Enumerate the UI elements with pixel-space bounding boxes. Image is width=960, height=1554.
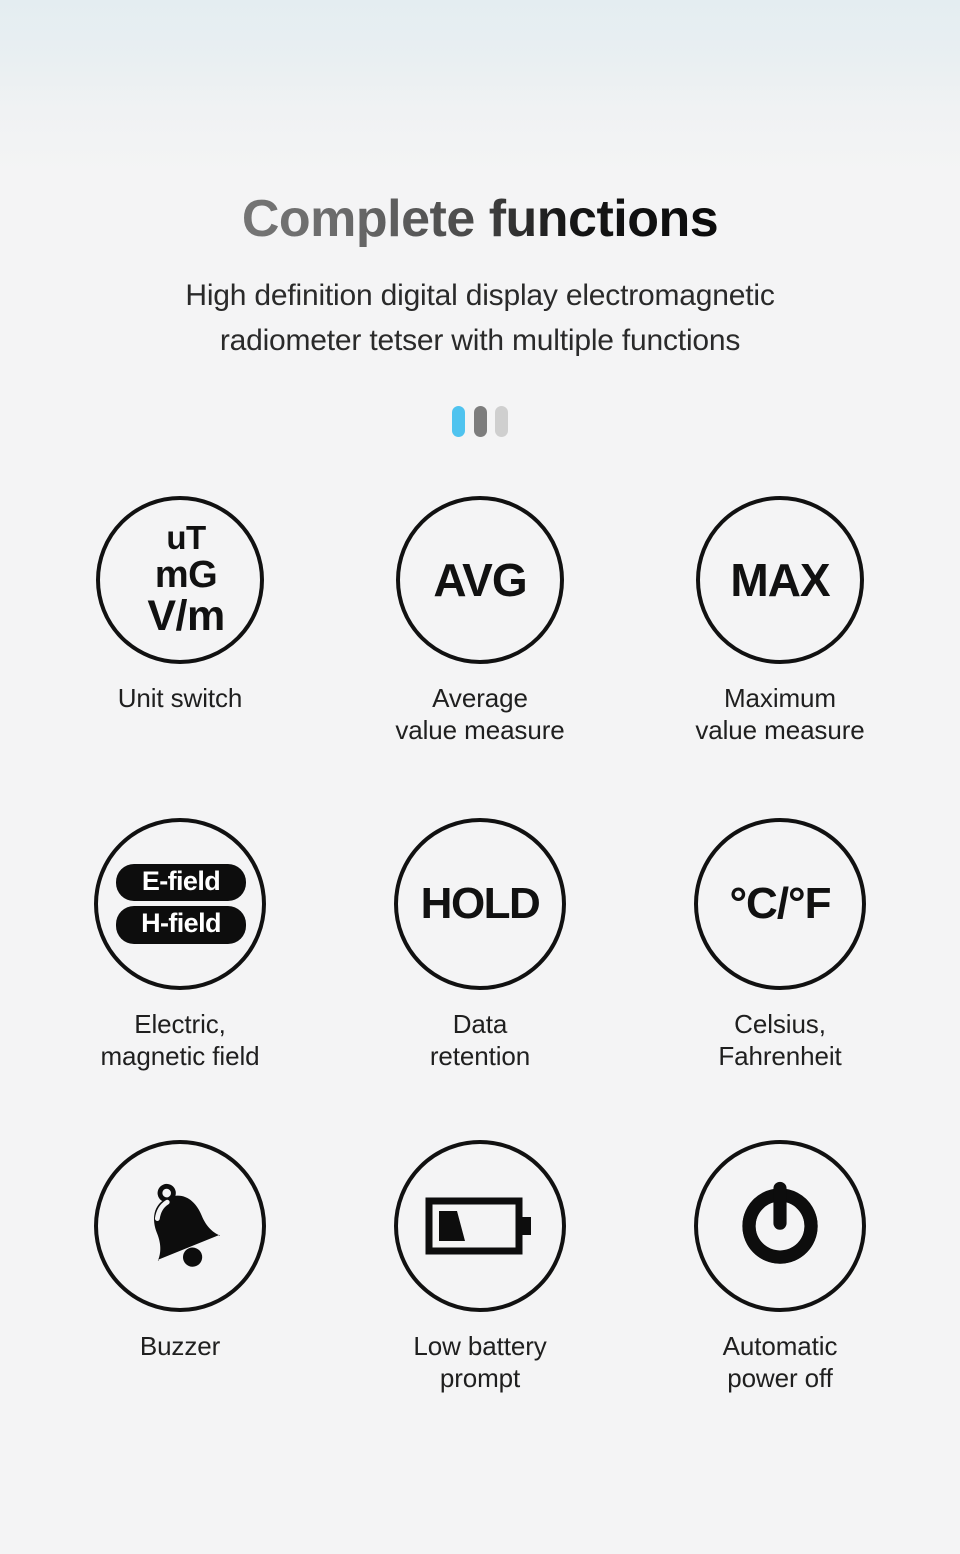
bell-icon xyxy=(154,1183,221,1267)
caption-line: Automatic xyxy=(722,1330,838,1361)
celsius-fahrenheit-icon: °C/°F xyxy=(729,878,831,928)
buzzer-caption: Buzzer xyxy=(140,1331,220,1363)
unit-line-ut: uT xyxy=(166,519,206,557)
hold-caption: Data retention xyxy=(430,1009,530,1073)
hold-icon: HOLD xyxy=(420,878,541,928)
feature-buzzer: Buzzer xyxy=(30,1139,330,1462)
page-title: Complete functions xyxy=(241,190,719,248)
subtitle-line-1: High definition digital display electrom… xyxy=(185,278,775,312)
battery-low-icon xyxy=(425,1197,531,1255)
bar-dark-icon xyxy=(473,406,487,438)
decorative-bars xyxy=(452,406,508,438)
page-subtitle: High definition digital display electrom… xyxy=(0,273,960,364)
unit-switch-icon-circle: uT mG V/m xyxy=(96,495,264,664)
subtitle-line-2: radiometer tetser with multiple function… xyxy=(219,324,741,358)
feature-average-value: AVG Average value measure xyxy=(330,495,630,818)
h-field-pill: H-field xyxy=(116,906,246,944)
feature-maximum-value: MAX Maximum value measure xyxy=(630,495,930,818)
caption-line: prompt xyxy=(439,1362,521,1393)
battery-icon-circle xyxy=(394,1139,566,1312)
feature-data-retention: HOLD Data retention xyxy=(330,817,630,1140)
caption-line: Data xyxy=(452,1008,508,1039)
e-field-pill: E-field xyxy=(116,863,246,902)
field-caption: Electric, magnetic field xyxy=(100,1009,259,1073)
power-icon-circle xyxy=(694,1139,866,1312)
unit-switch-caption: Unit switch xyxy=(118,683,243,715)
power-icon xyxy=(742,1181,818,1264)
avg-icon: AVG xyxy=(433,553,527,606)
caption-line: Unit switch xyxy=(117,682,243,713)
caption-line: Low battery xyxy=(413,1330,547,1361)
unit-switch-icon: uT mG V/m xyxy=(147,519,225,640)
average-icon-circle: AVG xyxy=(396,495,564,664)
caption-line: retention xyxy=(429,1040,531,1071)
maximum-caption: Maximum value measure xyxy=(695,683,864,747)
field-pills: E-field H-field xyxy=(116,863,246,944)
hold-icon-circle: HOLD xyxy=(394,817,566,990)
caption-line: value measure xyxy=(395,714,565,745)
caption-line: value measure xyxy=(695,714,865,745)
bar-accent-icon xyxy=(452,406,465,438)
average-caption: Average value measure xyxy=(395,683,564,747)
caption-line: Electric, xyxy=(134,1008,226,1039)
field-icon-circle: E-field H-field xyxy=(94,817,266,990)
caption-line: Buzzer xyxy=(139,1330,221,1361)
caption-line: Maximum xyxy=(724,682,836,713)
feature-electric-magnetic-field: E-field H-field Electric, magnetic field xyxy=(30,817,330,1140)
unit-line-vm: V/m xyxy=(147,592,225,640)
caption-line: power off xyxy=(727,1362,833,1393)
feature-unit-switch: uT mG V/m Unit switch xyxy=(30,495,330,818)
power-caption: Automatic power off xyxy=(723,1331,838,1395)
temperature-icon-circle: °C/°F xyxy=(694,817,866,990)
caption-line: Fahrenheit xyxy=(718,1040,842,1071)
maximum-icon-circle: MAX xyxy=(696,495,864,664)
feature-grid: uT mG V/m Unit switch AVG Average value … xyxy=(30,438,930,1462)
page-header: Complete functions High definition digit… xyxy=(0,0,960,438)
caption-line: Celsius, xyxy=(734,1008,826,1039)
temperature-caption: Celsius, Fahrenheit xyxy=(718,1009,841,1073)
battery-caption: Low battery prompt xyxy=(413,1331,546,1395)
bar-light-icon xyxy=(495,406,508,438)
unit-line-mg: mG xyxy=(154,553,218,596)
feature-auto-power-off: Automatic power off xyxy=(630,1139,930,1462)
caption-line: Average xyxy=(432,682,528,713)
feature-celsius-fahrenheit: °C/°F Celsius, Fahrenheit xyxy=(630,817,930,1140)
buzzer-icon-circle xyxy=(94,1139,266,1312)
caption-line: magnetic field xyxy=(100,1040,260,1071)
max-icon: MAX xyxy=(730,553,830,606)
feature-low-battery: Low battery prompt xyxy=(330,1139,630,1462)
